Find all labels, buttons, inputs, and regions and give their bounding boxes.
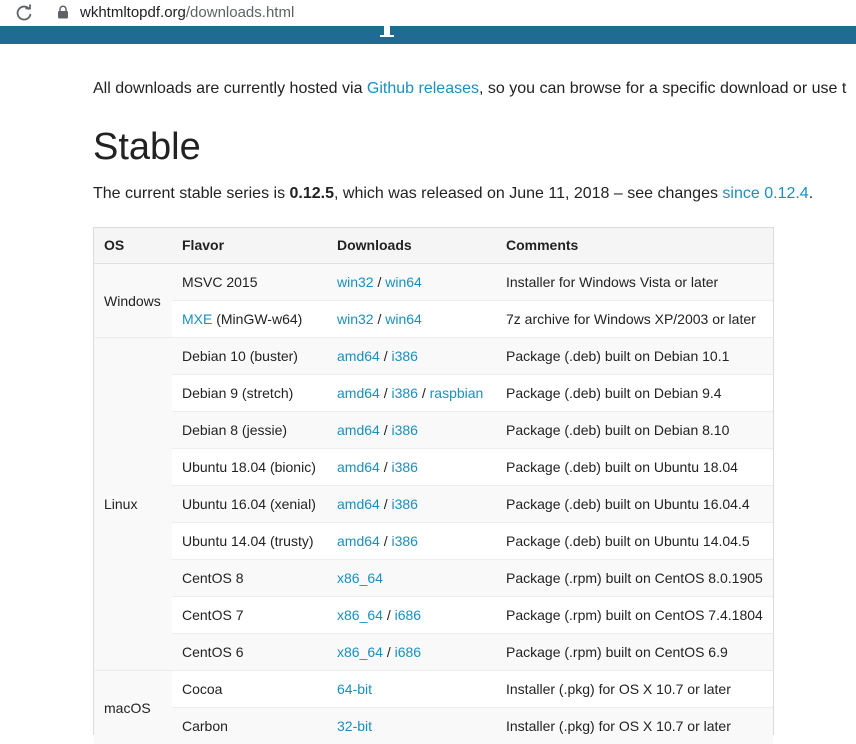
downloads-cell: x86_64 / i686 <box>327 597 496 634</box>
comment-cell: Installer (.pkg) for OS X 10.7 or later <box>496 708 773 744</box>
flavor-cell: Carbon <box>172 708 327 744</box>
header-flavor: Flavor <box>172 227 327 264</box>
table-row: Ubuntu 18.04 (bionic) amd64 / i386 Packa… <box>94 449 773 486</box>
table-row: CentOS 6 x86_64 / i686 Package (.rpm) bu… <box>94 634 773 671</box>
mxe-link[interactable]: MXE <box>182 311 212 327</box>
flavor-cell: Debian 9 (stretch) <box>172 375 327 412</box>
flavor-cell: MSVC 2015 <box>172 264 327 301</box>
comment-cell: 7z archive for Windows XP/2003 or later <box>496 301 773 338</box>
github-releases-link[interactable]: Github releases <box>367 80 479 97</box>
download-link[interactable]: i386 <box>391 348 417 364</box>
download-link[interactable]: i386 <box>391 533 417 549</box>
intro-text: All downloads are currently hosted via G… <box>93 79 856 99</box>
table-row: CentOS 8 x86_64 Package (.rpm) built on … <box>94 560 773 597</box>
stable-series-text: The current stable series is 0.12.5, whi… <box>93 184 813 204</box>
table-row: macOS Cocoa 64-bit Installer (.pkg) for … <box>94 671 773 708</box>
os-group-macos: macOS <box>94 671 172 744</box>
downloads-cell: win32 / win64 <box>327 264 496 301</box>
download-link[interactable]: 32-bit <box>337 718 372 734</box>
comment-cell: Installer (.pkg) for OS X 10.7 or later <box>496 671 773 708</box>
reload-icon[interactable] <box>14 3 34 23</box>
download-link[interactable]: x86_64 <box>337 644 383 660</box>
comment-cell: Installer for Windows Vista or later <box>496 264 773 301</box>
downloads-cell: x86_64 <box>327 560 496 597</box>
table-row: Debian 9 (stretch) amd64 / i386 / raspbi… <box>94 375 773 412</box>
comment-cell: Package (.rpm) built on CentOS 7.4.1804 <box>496 597 773 634</box>
download-link[interactable]: win32 <box>337 274 374 290</box>
flavor-cell: Ubuntu 18.04 (bionic) <box>172 449 327 486</box>
header-os: OS <box>94 227 172 264</box>
download-link[interactable]: i386 <box>391 385 417 401</box>
download-link[interactable]: i686 <box>395 644 421 660</box>
changes-link[interactable]: since 0.12.4 <box>722 185 808 202</box>
flavor-cell: Cocoa <box>172 671 327 708</box>
table-row: Ubuntu 14.04 (trusty) amd64 / i386 Packa… <box>94 523 773 560</box>
downloads-cell: amd64 / i386 <box>327 338 496 375</box>
downloads-cell: amd64 / i386 / raspbian <box>327 375 496 412</box>
download-link[interactable]: i386 <box>391 422 417 438</box>
comment-cell: Package (.deb) built on Ubuntu 14.04.5 <box>496 523 773 560</box>
downloads-cell: 32-bit <box>327 708 496 744</box>
address-bar: wkhtmltopdf.org/downloads.html <box>0 0 856 26</box>
download-link[interactable]: x86_64 <box>337 570 383 586</box>
lock-icon[interactable] <box>57 5 69 19</box>
downloads-cell: amd64 / i386 <box>327 486 496 523</box>
downloads-cell: amd64 / i386 <box>327 449 496 486</box>
table-row: Windows MSVC 2015 win32 / win64 Installe… <box>94 264 773 301</box>
flavor-cell: Debian 8 (jessie) <box>172 412 327 449</box>
download-link[interactable]: raspbian <box>430 385 484 401</box>
url-field[interactable]: wkhtmltopdf.org/downloads.html <box>80 3 294 23</box>
table-row: MXE (MinGW-w64) win32 / win64 7z archive… <box>94 301 773 338</box>
downloads-table: OS Flavor Downloads Comments Windows MSV… <box>94 227 773 744</box>
download-link[interactable]: amd64 <box>337 422 380 438</box>
flavor-cell: Debian 10 (buster) <box>172 338 327 375</box>
downloads-cell: 64-bit <box>327 671 496 708</box>
comment-cell: Package (.deb) built on Ubuntu 16.04.4 <box>496 486 773 523</box>
comment-cell: Package (.rpm) built on CentOS 6.9 <box>496 634 773 671</box>
download-link[interactable]: x86_64 <box>337 607 383 623</box>
flavor-cell: Ubuntu 16.04 (xenial) <box>172 486 327 523</box>
table-row: Linux Debian 10 (buster) amd64 / i386 Pa… <box>94 338 773 375</box>
flavor-cell: MXE (MinGW-w64) <box>172 301 327 338</box>
flavor-cell: CentOS 6 <box>172 634 327 671</box>
page-title: Stable <box>93 124 201 170</box>
download-link[interactable]: i386 <box>391 459 417 475</box>
header-comments: Comments <box>496 227 773 264</box>
download-link[interactable]: amd64 <box>337 385 380 401</box>
site-logo-icon <box>378 26 396 40</box>
flavor-cell: CentOS 8 <box>172 560 327 597</box>
comment-cell: Package (.deb) built on Ubuntu 18.04 <box>496 449 773 486</box>
table-row: Debian 8 (jessie) amd64 / i386 Package (… <box>94 412 773 449</box>
downloads-cell: x86_64 / i686 <box>327 634 496 671</box>
comment-cell: Package (.deb) built on Debian 9.4 <box>496 375 773 412</box>
flavor-cell: CentOS 7 <box>172 597 327 634</box>
download-link[interactable]: 64-bit <box>337 681 372 697</box>
header-downloads: Downloads <box>327 227 496 264</box>
downloads-cell: amd64 / i386 <box>327 412 496 449</box>
download-link[interactable]: win64 <box>385 274 422 290</box>
table-row: Carbon 32-bit Installer (.pkg) for OS X … <box>94 708 773 744</box>
site-header-banner <box>0 26 856 44</box>
download-link[interactable]: win64 <box>385 311 422 327</box>
download-link[interactable]: amd64 <box>337 533 380 549</box>
download-link[interactable]: amd64 <box>337 459 380 475</box>
download-link[interactable]: amd64 <box>337 496 380 512</box>
download-link[interactable]: amd64 <box>337 348 380 364</box>
os-group-linux: Linux <box>94 338 172 671</box>
comment-cell: Package (.deb) built on Debian 8.10 <box>496 412 773 449</box>
table-row: CentOS 7 x86_64 / i686 Package (.rpm) bu… <box>94 597 773 634</box>
stable-version: 0.12.5 <box>290 185 334 202</box>
comment-cell: Package (.rpm) built on CentOS 8.0.1905 <box>496 560 773 597</box>
table-header-row: OS Flavor Downloads Comments <box>94 227 773 264</box>
flavor-cell: Ubuntu 14.04 (trusty) <box>172 523 327 560</box>
download-link[interactable]: i686 <box>395 607 421 623</box>
comment-cell: Package (.deb) built on Debian 10.1 <box>496 338 773 375</box>
os-group-windows: Windows <box>94 264 172 338</box>
downloads-cell: win32 / win64 <box>327 301 496 338</box>
download-link[interactable]: i386 <box>391 496 417 512</box>
downloads-cell: amd64 / i386 <box>327 523 496 560</box>
table-row: Ubuntu 16.04 (xenial) amd64 / i386 Packa… <box>94 486 773 523</box>
download-link[interactable]: win32 <box>337 311 374 327</box>
